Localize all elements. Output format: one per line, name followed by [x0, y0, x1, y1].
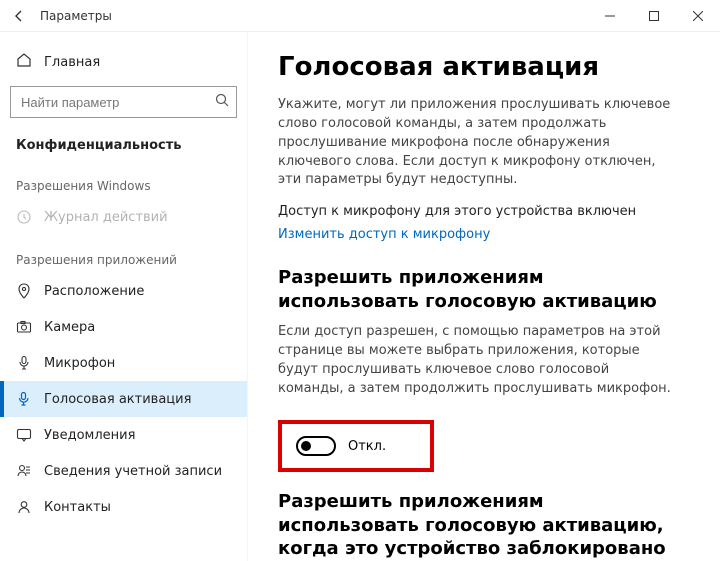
title-bar: Параметры: [0, 0, 720, 32]
sidebar-item-label: Камера: [44, 320, 95, 335]
sidebar-item-activity[interactable]: Журнал действий: [0, 199, 247, 235]
history-icon: [16, 209, 32, 225]
window-title: Параметры: [40, 9, 112, 23]
sidebar-item-label: Голосовая активация: [44, 392, 191, 407]
sidebar-home[interactable]: Главная: [0, 44, 247, 80]
sidebar-current-section: Конфиденциальность: [0, 130, 247, 161]
sidebar-item-label: Расположение: [44, 284, 144, 299]
microphone-icon: [16, 355, 32, 371]
sidebar: Главная Конфиденциальность Разрешения Wi…: [0, 32, 248, 561]
maximize-button[interactable]: [632, 0, 676, 32]
main-content: Голосовая активация Укажите, могут ли пр…: [248, 32, 720, 561]
voice-icon: [16, 391, 32, 407]
sidebar-group-windows: Разрешения Windows: [0, 161, 247, 199]
mic-access-status: Доступ к микрофону для этого устройства …: [278, 204, 696, 219]
account-icon: [16, 463, 32, 479]
section1-heading: Разрешить приложениям использовать голос…: [278, 266, 678, 313]
sidebar-item-label: Контакты: [44, 500, 111, 515]
arrow-left-icon: [12, 9, 26, 23]
sidebar-item-label: Микрофон: [44, 356, 115, 371]
close-button[interactable]: [676, 0, 720, 32]
sidebar-item-label: Сведения учетной записи: [44, 464, 222, 479]
back-button[interactable]: [10, 7, 28, 25]
sidebar-item-label: Уведомления: [44, 428, 135, 443]
sidebar-item-voice-activation[interactable]: Голосовая активация: [0, 381, 247, 417]
minimize-button[interactable]: [588, 0, 632, 32]
sidebar-item-microphone[interactable]: Микрофон: [0, 345, 247, 381]
toggle-label: Откл.: [348, 439, 386, 454]
home-icon: [16, 52, 32, 72]
sidebar-item-location[interactable]: Расположение: [0, 273, 247, 309]
search-icon: [215, 93, 229, 111]
location-icon: [16, 283, 32, 299]
sidebar-item-label: Журнал действий: [44, 210, 168, 225]
notification-icon: [16, 427, 32, 443]
voice-activation-toggle[interactable]: [296, 436, 336, 456]
sidebar-group-apps: Разрешения приложений: [0, 235, 247, 273]
window-controls: [588, 0, 720, 32]
sidebar-home-label: Главная: [44, 55, 100, 70]
sidebar-item-account-info[interactable]: Сведения учетной записи: [0, 453, 247, 489]
sidebar-item-notifications[interactable]: Уведомления: [0, 417, 247, 453]
change-mic-access-link[interactable]: Изменить доступ к микрофону: [278, 227, 490, 242]
camera-icon: [16, 319, 32, 335]
section2-heading: Разрешить приложениям использовать голос…: [278, 490, 678, 560]
section1-desc: Если доступ разрешен, с помощью параметр…: [278, 323, 678, 398]
search-wrap: [10, 86, 237, 118]
toggle-highlight-box: Откл.: [278, 420, 434, 472]
contacts-icon: [16, 499, 32, 515]
search-input[interactable]: [10, 86, 237, 118]
page-title: Голосовая активация: [278, 52, 696, 82]
sidebar-item-camera[interactable]: Камера: [0, 309, 247, 345]
intro-text: Укажите, могут ли приложения прослушиват…: [278, 96, 678, 190]
sidebar-item-contacts[interactable]: Контакты: [0, 489, 247, 525]
